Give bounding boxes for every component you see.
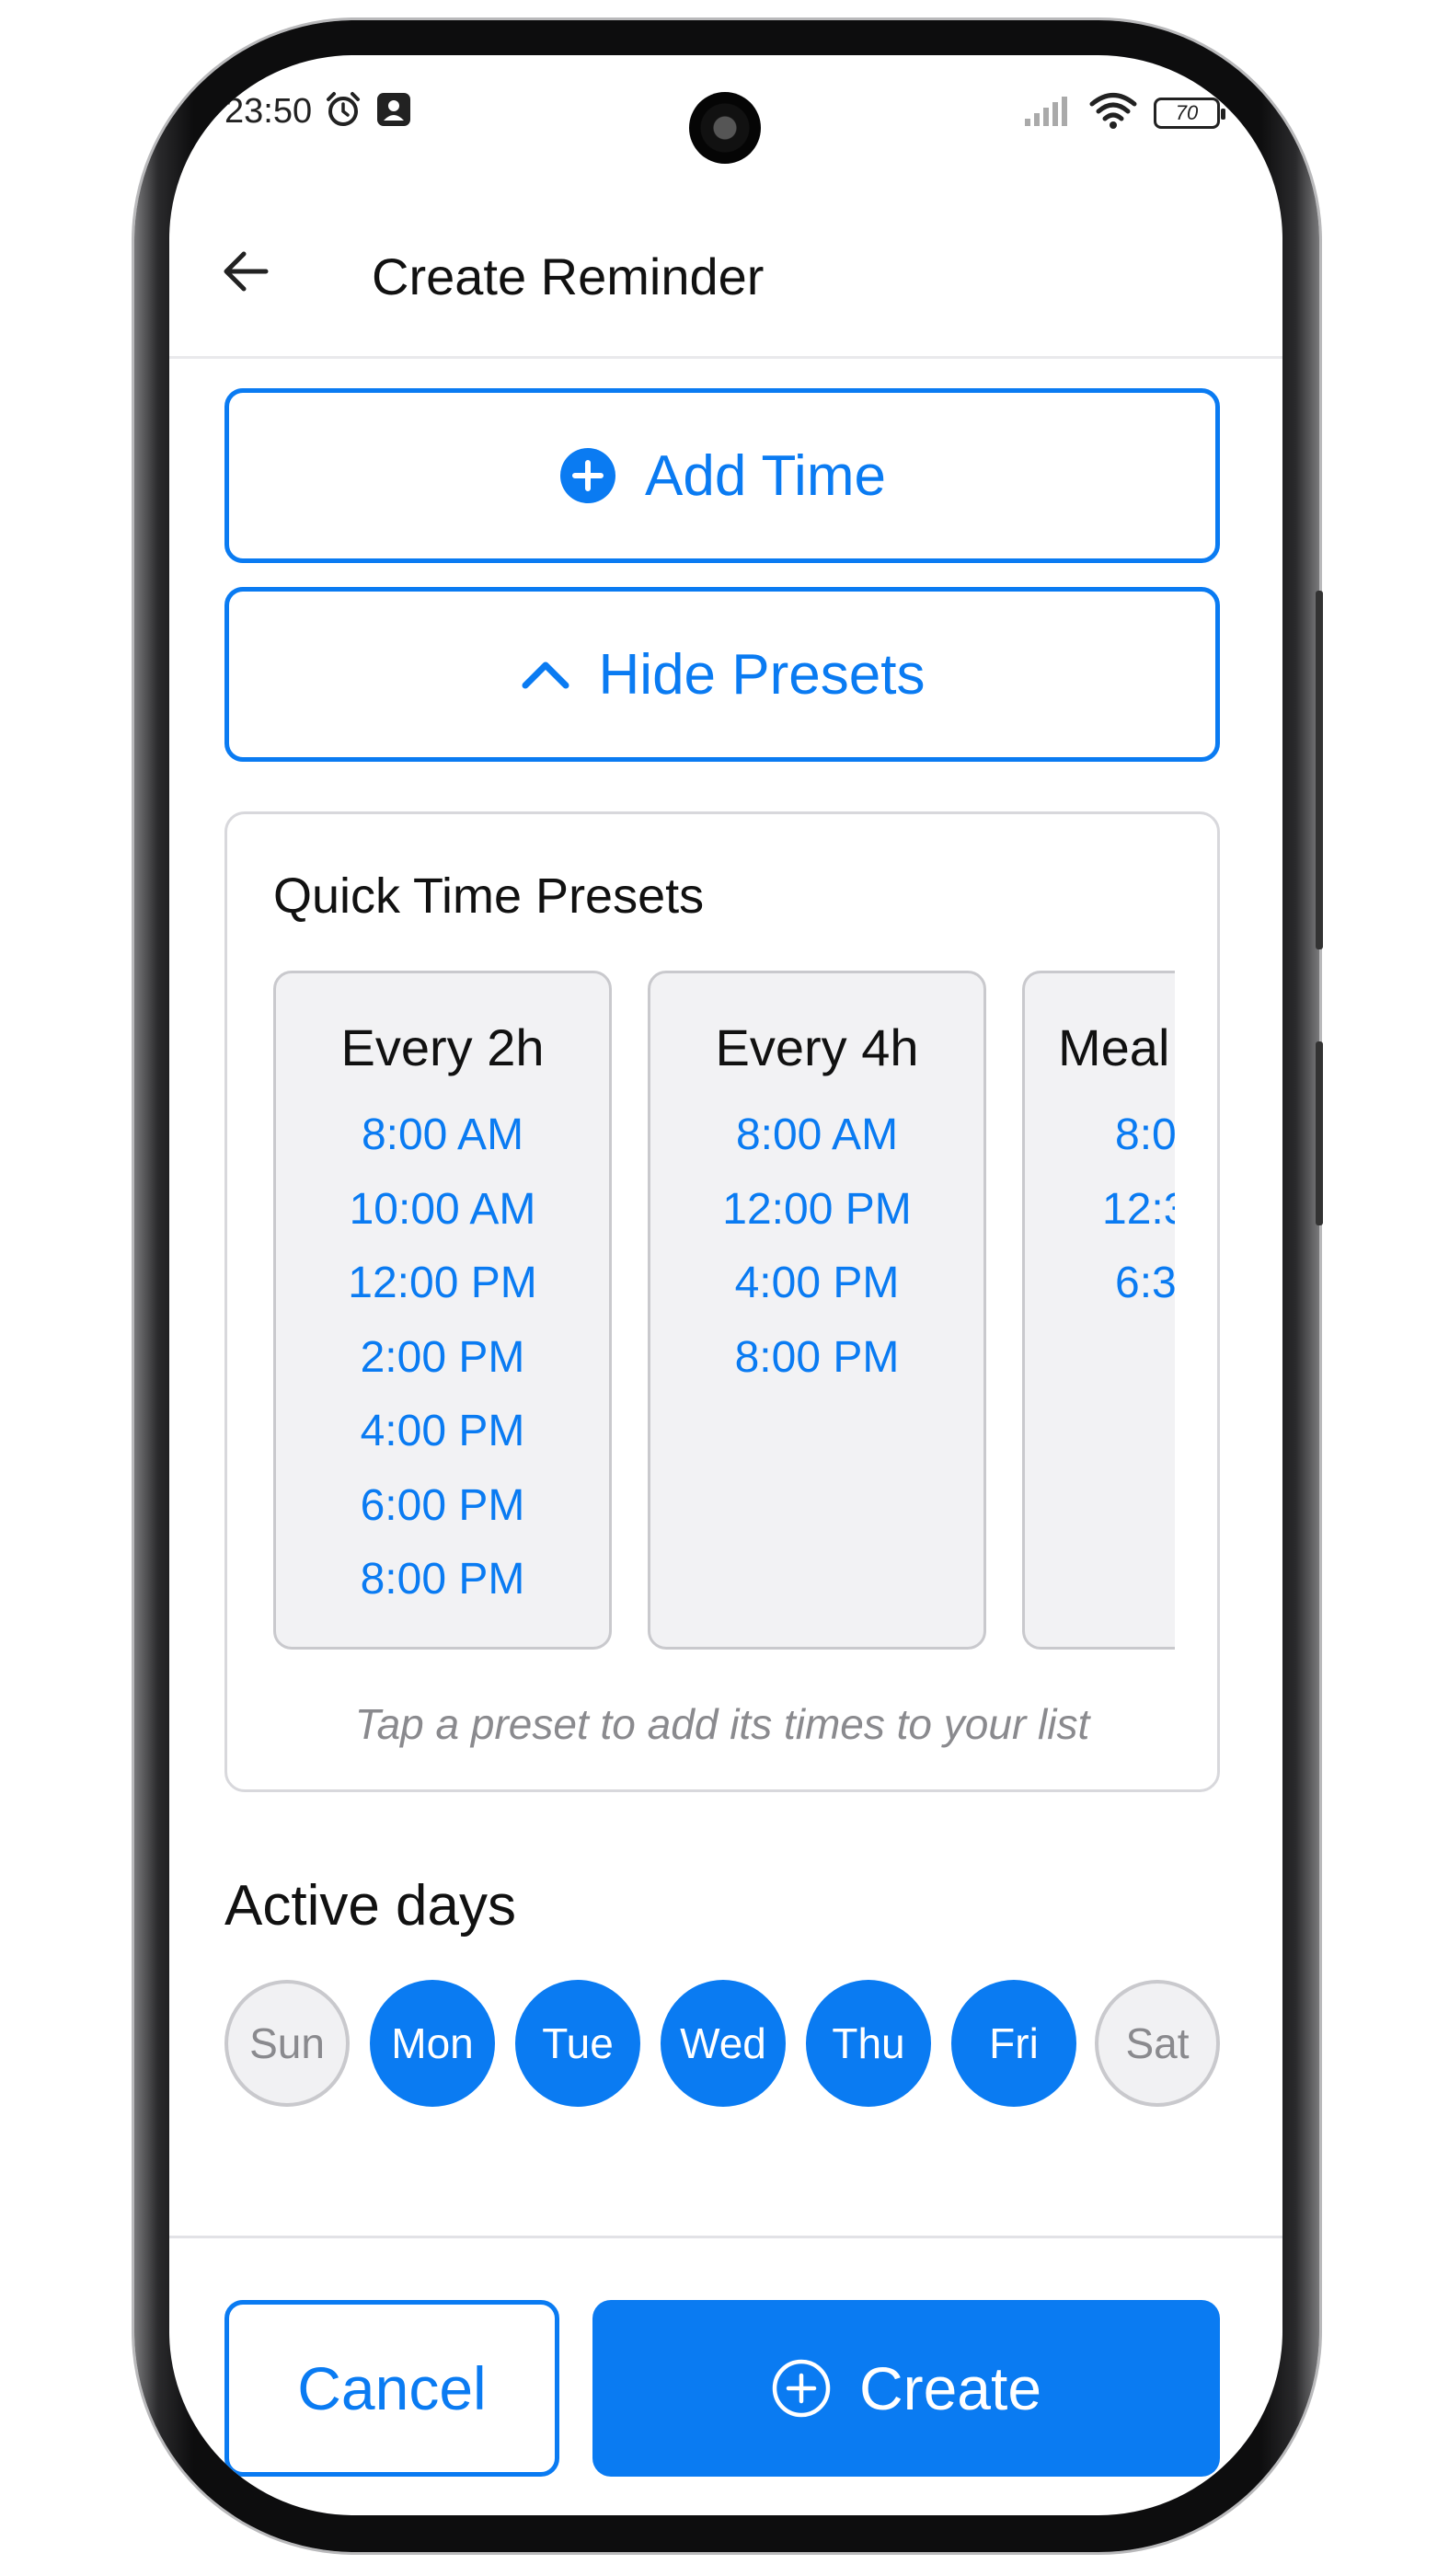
footer-divider [169,2236,1282,2238]
app-header: Create Reminder [169,193,1282,359]
preset-name: Meal [1058,1018,1170,1076]
preset-time: 2:00 PM [360,1332,525,1382]
page-title: Create Reminder [372,247,765,305]
active-days-title: Active days [224,1874,517,1938]
presets-carousel[interactable]: Every 2h 8:00 AM 10:00 AM 12:00 PM 2:00 … [273,971,1175,1651]
plus-circle-icon [772,2359,831,2418]
hide-presets-label: Hide Presets [598,642,926,707]
preset-time: 12:3 [1102,1184,1175,1234]
day-toggle-sat[interactable]: Sat [1095,1980,1220,2107]
preset-time: 6:00 PM [360,1480,525,1530]
create-button[interactable]: Create [592,2300,1220,2477]
preset-time: 12:00 PM [348,1259,537,1307]
preset-times-list: 8:00 AM 10:00 AM 12:00 PM 2:00 PM 4:00 P… [276,1110,609,1628]
notification-icon [375,91,412,132]
wifi-icon [1089,92,1137,133]
preset-times-list: 8:0 12:3 6:3 [1025,1110,1175,1332]
hide-presets-button[interactable]: Hide Presets [224,587,1220,762]
presets-title: Quick Time Presets [273,868,705,924]
add-time-label: Add Time [645,443,886,508]
preset-card-every-4h[interactable]: Every 4h 8:00 AM 12:00 PM 4:00 PM 8:00 P… [648,971,986,1650]
preset-time: 6:3 [1115,1259,1175,1307]
alarm-icon [324,90,362,133]
preset-time: 8:00 PM [734,1332,900,1382]
preset-time: 4:00 PM [360,1407,525,1455]
preset-time: 8:0 [1115,1110,1175,1159]
day-toggle-wed[interactable]: Wed [661,1980,786,2107]
preset-name: Every 2h [340,1018,545,1076]
day-toggle-thu[interactable]: Thu [806,1980,931,2107]
chevron-up-icon [522,661,569,689]
day-toggle-mon[interactable]: Mon [370,1980,495,2107]
status-icons-left [324,90,412,133]
plus-circle-icon [560,448,616,503]
status-time: 23:50 [224,92,313,131]
front-camera [689,92,761,164]
volume-button [1316,591,1323,949]
create-label: Create [858,2354,1042,2422]
preset-time: 8:00 AM [361,1110,524,1159]
preset-card-every-2h[interactable]: Every 2h 8:00 AM 10:00 AM 12:00 PM 2:00 … [273,971,612,1650]
cancel-button[interactable]: Cancel [224,2300,559,2477]
power-button [1316,1041,1323,1225]
status-icons-right: 70 [1023,92,1225,133]
add-time-button[interactable]: Add Time [224,388,1220,563]
preset-time: 4:00 PM [734,1259,900,1307]
presets-hint: Tap a preset to add its times to your li… [354,1700,1090,1748]
day-toggle-sun[interactable]: Sun [224,1980,350,2107]
day-selector: Sun Mon Tue Wed Thu Fri Sat [224,1980,1220,2109]
arrow-left-icon [224,251,269,292]
day-toggle-tue[interactable]: Tue [515,1980,640,2107]
preset-time: 8:00 AM [735,1110,899,1159]
preset-time: 8:00 PM [360,1555,525,1604]
day-toggle-fri[interactable]: Fri [951,1980,1076,2107]
back-button[interactable] [213,239,278,304]
app-screen: 23:50 70 Create Reminder Add Time Hide P… [169,55,1282,2515]
preset-time: 10:00 AM [349,1184,536,1234]
battery-icon: 70 [1154,97,1225,129]
preset-time: 12:00 PM [722,1184,912,1234]
preset-name: Every 4h [715,1018,919,1076]
preset-times-list: 8:00 AM 12:00 PM 4:00 PM 8:00 PM [650,1110,983,1406]
signal-icon [1023,95,1073,131]
cancel-label: Cancel [297,2354,487,2422]
quick-presets-card: Quick Time Presets Every 2h 8:00 AM 10:0… [224,811,1220,1792]
preset-card-meal[interactable]: Meal 8:0 12:3 6:3 [1022,971,1175,1650]
